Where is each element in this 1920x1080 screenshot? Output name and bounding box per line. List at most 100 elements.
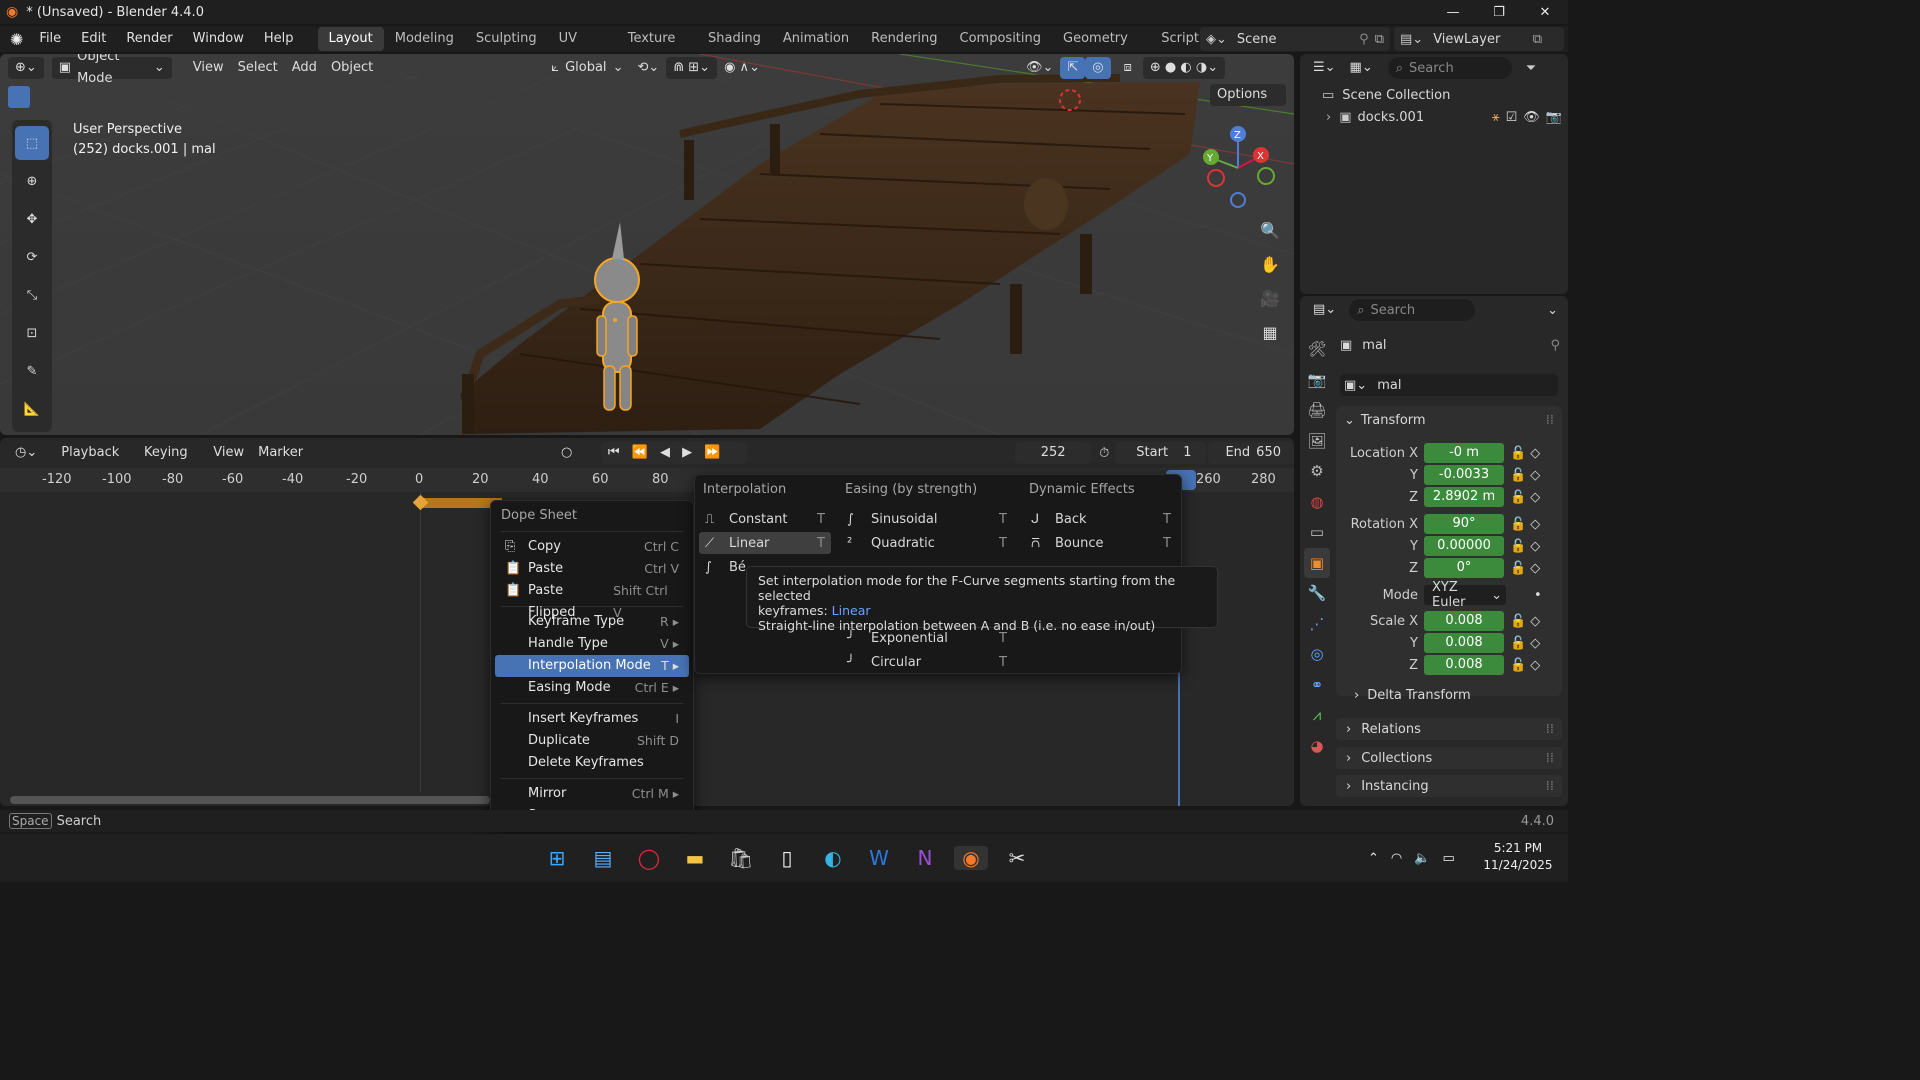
lock-icon[interactable]: 🔓	[1510, 490, 1526, 505]
physics-tab-icon[interactable]: ◎	[1304, 639, 1330, 670]
volume-icon[interactable]: 🔈	[1414, 851, 1430, 866]
ortho-grid-icon[interactable]: ▦	[1257, 316, 1283, 350]
auto-keying-icon[interactable]: ○ ⌄	[554, 442, 593, 482]
current-frame-field[interactable]: 252	[1015, 442, 1092, 464]
windows-start-icon[interactable]: ⊞	[540, 846, 574, 870]
editor-type-clock-icon[interactable]: ◷⌄	[8, 442, 44, 464]
drag-handle-icon[interactable]: ⁞⁞	[1546, 722, 1554, 737]
menu-help[interactable]: Help	[254, 27, 304, 51]
mode-dropdown[interactable]: ▣ Object Mode ⌄	[51, 54, 172, 86]
snipping-tool-icon[interactable]: ✂	[1000, 846, 1034, 870]
menu-render[interactable]: Render	[116, 27, 182, 51]
chevron-down-icon[interactable]: ⌄	[1547, 303, 1558, 318]
easing-quadratic-item[interactable]: ² Quadratic T	[841, 532, 1013, 554]
relations-panel-header[interactable]: › Relations ⁞⁞	[1336, 718, 1562, 740]
drag-handle-icon[interactable]: ⁞⁞	[1546, 751, 1554, 766]
view-layer-name[interactable]: ViewLayer	[1433, 32, 1500, 47]
easing-circular-item[interactable]: ╯ Circular T	[841, 651, 1013, 673]
menu-item-interpolation-mode[interactable]: Interpolation Mode T ▸	[495, 655, 689, 677]
data-tab-icon[interactable]: ⩘	[1304, 700, 1330, 731]
tab-modeling[interactable]: Modeling	[384, 27, 465, 51]
overlay-toggle-icon[interactable]: ◎	[1085, 57, 1111, 79]
select-tool-icon[interactable]: ⬚	[15, 126, 49, 160]
select-intersect-icon[interactable]	[104, 86, 126, 108]
menu-select[interactable]: Select	[231, 57, 285, 79]
rotation-mode-dropdown[interactable]: XYZ Euler ⌄	[1424, 580, 1506, 610]
menu-item-paste[interactable]: 📋 Paste Ctrl V	[495, 558, 689, 580]
dynamic-back-item[interactable]: ᒍ Back T	[1025, 508, 1177, 530]
world-tab-icon[interactable]: ◍	[1304, 487, 1330, 518]
3d-viewport[interactable]: ⊕⌄ ▣ Object Mode ⌄ View Select Add Objec…	[0, 54, 1294, 435]
scale-tool-icon[interactable]: ⤡	[15, 278, 49, 312]
modifier-tab-icon[interactable]: 🔧	[1304, 578, 1330, 609]
interp-bezier-item[interactable]: ∫ Bé	[699, 556, 751, 578]
clock[interactable]: 5:21 PM 11/24/2025	[1478, 840, 1558, 874]
new-scene-icon[interactable]: ⧉	[1375, 32, 1384, 47]
microsoft-store-icon[interactable]: 🛍	[724, 846, 758, 870]
lock-icon[interactable]: 🔓	[1510, 636, 1526, 651]
select-invert-icon[interactable]	[80, 86, 102, 108]
menu-item-delete-keyframes[interactable]: Delete Keyframes	[495, 752, 689, 774]
viewport-scene[interactable]	[0, 54, 1294, 435]
chevron-up-icon[interactable]: ⌃	[1368, 851, 1379, 866]
scale-y-field[interactable]: 0.008	[1424, 633, 1504, 653]
tool-tab-icon[interactable]: 🛠	[1304, 334, 1330, 365]
location-y-field[interactable]: -0.0033	[1424, 465, 1504, 485]
menu-object[interactable]: Object	[324, 57, 380, 79]
lock-icon[interactable]: 🔓	[1510, 658, 1526, 673]
pin-icon[interactable]: ⚲	[1550, 338, 1560, 353]
object-data-field[interactable]: ▣⌄ mal	[1340, 374, 1558, 396]
notepad-icon[interactable]: ▯	[770, 846, 804, 870]
menu-marker[interactable]: Marker	[251, 442, 310, 464]
scale-z-field[interactable]: 0.008	[1424, 655, 1504, 675]
checkbox-icon[interactable]: ☑	[1506, 110, 1518, 125]
keyframe-icon[interactable]: ◇	[1530, 636, 1540, 651]
rotation-y-field[interactable]: 0.00000	[1424, 536, 1504, 556]
constraints-tab-icon[interactable]: ⚭	[1304, 670, 1330, 701]
file-explorer-icon[interactable]: ▬	[678, 846, 712, 870]
keyframe-icon[interactable]: ◇	[1530, 658, 1540, 673]
keyframe-icon[interactable]: ◇	[1530, 561, 1540, 576]
opera-icon[interactable]: ◯	[632, 846, 666, 870]
drag-handle-icon[interactable]: ⁞⁞	[1546, 413, 1554, 428]
menu-view[interactable]: View	[206, 442, 251, 464]
menu-item-mirror[interactable]: Mirror Ctrl M ▸	[495, 783, 689, 805]
tab-layout[interactable]: Layout	[317, 27, 384, 51]
lock-icon[interactable]: 🔓	[1510, 614, 1526, 629]
tab-sculpting[interactable]: Sculpting	[465, 27, 548, 51]
end-frame-field[interactable]: End 650	[1208, 442, 1294, 464]
outliner-editor-icon[interactable]: ☰⌄	[1306, 57, 1343, 79]
camera-icon[interactable]: 📷	[1546, 110, 1562, 125]
scene-icon[interactable]: ◈⌄	[1206, 32, 1227, 47]
menu-view[interactable]: View	[186, 57, 231, 79]
select-subtract-icon[interactable]	[56, 86, 78, 108]
location-x-field[interactable]: -0 m	[1424, 443, 1504, 463]
menu-item-copy[interactable]: ⎘ Copy Ctrl C	[495, 536, 689, 558]
object-name[interactable]: mal	[1362, 338, 1386, 353]
outliner-object-row[interactable]: › ▣ docks.001 ⚹ ☑ 👁 📷	[1300, 106, 1568, 128]
menu-item-paste-flipped[interactable]: 📋 Paste Flipped Shift Ctrl V	[495, 580, 689, 620]
collection-tab-icon[interactable]: ▭	[1304, 517, 1330, 548]
camera-view-icon[interactable]: 🎥	[1257, 282, 1283, 316]
maximize-button[interactable]: ❐	[1476, 5, 1522, 20]
measure-tool-icon[interactable]: 📐	[15, 392, 49, 426]
rotate-tool-icon[interactable]: ⟳	[15, 240, 49, 274]
onenote-icon[interactable]: N	[908, 846, 942, 870]
modifier-icon[interactable]: ⚹	[1492, 110, 1500, 125]
editor-type-icon[interactable]: ⊕⌄	[8, 57, 44, 79]
instancing-panel-header[interactable]: › Instancing ⁞⁞	[1336, 775, 1562, 797]
tab-animation[interactable]: Animation	[772, 27, 860, 51]
properties-search-input[interactable]: ⌕ Search	[1349, 299, 1476, 321]
close-button[interactable]: ✕	[1522, 5, 1568, 20]
menu-playback[interactable]: Playback ⌄	[54, 442, 137, 482]
tab-texture-paint[interactable]: Texture Paint	[617, 27, 697, 51]
rotation-x-field[interactable]: 90°	[1424, 514, 1504, 534]
object-tab-icon[interactable]: ▣	[1304, 547, 1330, 578]
menu-item-insert-keyframes[interactable]: Insert Keyframes I	[495, 708, 689, 730]
interp-linear-item[interactable]: ⟋ Linear T	[699, 532, 831, 554]
display-mode-icon[interactable]: ▦⌄	[1343, 57, 1380, 79]
output-tab-icon[interactable]: 🖨	[1304, 395, 1330, 426]
keyframe-icon[interactable]: ◇	[1530, 468, 1540, 483]
outliner-search-input[interactable]: ⌕ Search	[1387, 57, 1512, 79]
task-view-icon[interactable]: ▤	[586, 846, 620, 870]
